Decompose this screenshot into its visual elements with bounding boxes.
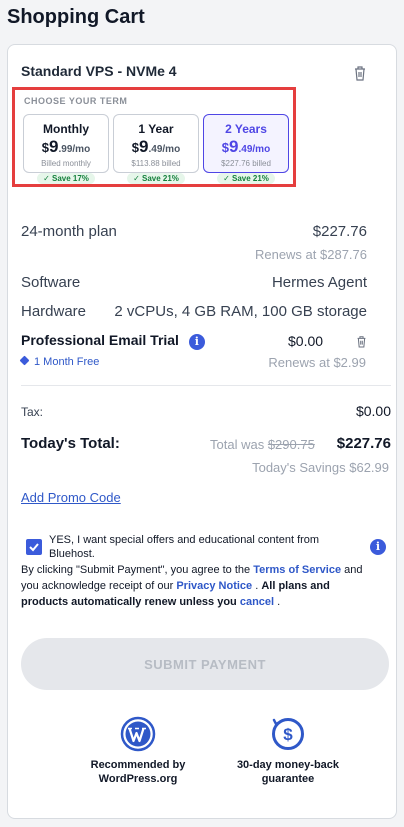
- term-price: $9.49/mo: [131, 137, 181, 156]
- term-name: 1 Year: [138, 122, 174, 136]
- trash-icon[interactable]: [353, 65, 367, 81]
- save-badge: ✓ Save 21%: [127, 173, 185, 184]
- email-trial-title: Professional Email Trial i: [21, 332, 205, 350]
- software-row: Software Hermes Agent: [21, 274, 367, 291]
- info-icon[interactable]: i: [188, 334, 205, 350]
- hardware-label: Hardware: [21, 303, 87, 320]
- trash-icon[interactable]: [356, 335, 367, 348]
- privacy-notice-link[interactable]: Privacy Notice: [176, 580, 252, 592]
- tax-label: Tax:: [21, 405, 44, 419]
- term-billed: $113.88 billed: [131, 159, 181, 168]
- product-row: Standard VPS - NVMe 4: [21, 63, 367, 85]
- badge-label: 30-day money-back guarantee: [236, 759, 340, 785]
- submit-payment-button[interactable]: SUBMIT PAYMENT: [21, 638, 389, 690]
- email-trial-price: $0.00: [288, 333, 324, 349]
- email-trial-renews: Renews at $2.99: [268, 355, 366, 370]
- badge-label: Recommended by WordPress.org: [90, 759, 186, 785]
- money-back-icon: $: [272, 718, 304, 750]
- check-icon: [29, 543, 39, 552]
- page-title: Shopping Cart: [7, 6, 145, 28]
- term-name: Monthly: [43, 122, 89, 136]
- save-badge: ✓ Save 21%: [217, 173, 275, 184]
- hardware-value: 2 vCPUs, 4 GB RAM, 100 GB storage: [114, 303, 367, 320]
- product-name: Standard VPS - NVMe 4: [21, 63, 177, 79]
- software-value: Hermes Agent: [271, 274, 367, 291]
- terms-of-service-link[interactable]: Terms of Service: [253, 564, 341, 576]
- cart-card: Standard VPS - NVMe 4 CHOOSE YOUR TERM M…: [7, 44, 397, 819]
- divider: [21, 385, 391, 386]
- svg-text:$: $: [283, 725, 293, 744]
- total-was: Total was $290.75: [210, 437, 315, 452]
- tax-row: Tax: $0.00: [21, 403, 391, 421]
- tag-icon: [19, 355, 30, 366]
- money-back-badge: $ 30-day money-back guarantee: [208, 716, 368, 786]
- plan-label: 24-month plan: [21, 223, 117, 240]
- hardware-row: Hardware 2 vCPUs, 4 GB RAM, 100 GB stora…: [21, 303, 367, 320]
- offers-label: YES, I want special offers and education…: [49, 534, 320, 560]
- total-value: $227.76: [336, 435, 391, 452]
- free-month-tag: 1 Month Free: [19, 355, 99, 368]
- total-row: Today's Total: Total was $290.75 $227.76: [21, 435, 391, 457]
- term-option-2-years[interactable]: 2 Years $9.49/mo $227.76 billed ✓ Save 2…: [203, 114, 289, 184]
- term-billed: Billed monthly: [41, 159, 91, 168]
- plan-price: $227.76: [312, 223, 367, 240]
- plan-renews: Renews at $287.76: [254, 247, 367, 262]
- cancel-link[interactable]: cancel: [240, 596, 274, 608]
- plan-row: 24-month plan $227.76: [21, 223, 367, 240]
- wordpress-badge: Recommended by WordPress.org: [58, 716, 218, 786]
- term-billed: $227.76 billed: [221, 159, 271, 168]
- legal-text: By clicking "Submit Payment", you agree …: [21, 564, 363, 608]
- wordpress-icon: [120, 716, 156, 752]
- info-icon[interactable]: i: [370, 539, 386, 555]
- offers-checkbox[interactable]: [26, 539, 42, 555]
- total-label: Today's Total:: [21, 435, 120, 452]
- term-price: $9.99/mo: [41, 137, 91, 156]
- term-name: 2 Years: [225, 122, 267, 136]
- term-selector: CHOOSE YOUR TERM Monthly $9.99/mo Billed…: [12, 87, 296, 187]
- tax-value: $0.00: [355, 403, 391, 419]
- term-heading: CHOOSE YOUR TERM: [24, 96, 128, 106]
- save-badge: ✓ Save 17%: [37, 173, 95, 184]
- add-promo-code-link[interactable]: Add Promo Code: [21, 490, 121, 505]
- today-savings: Today's Savings $62.99: [252, 460, 389, 475]
- term-option-1-year[interactable]: 1 Year $9.49/mo $113.88 billed ✓ Save 21…: [113, 114, 199, 184]
- term-price: $9.49/mo: [221, 137, 271, 156]
- term-option-monthly[interactable]: Monthly $9.99/mo Billed monthly ✓ Save 1…: [23, 114, 109, 184]
- software-label: Software: [21, 274, 81, 291]
